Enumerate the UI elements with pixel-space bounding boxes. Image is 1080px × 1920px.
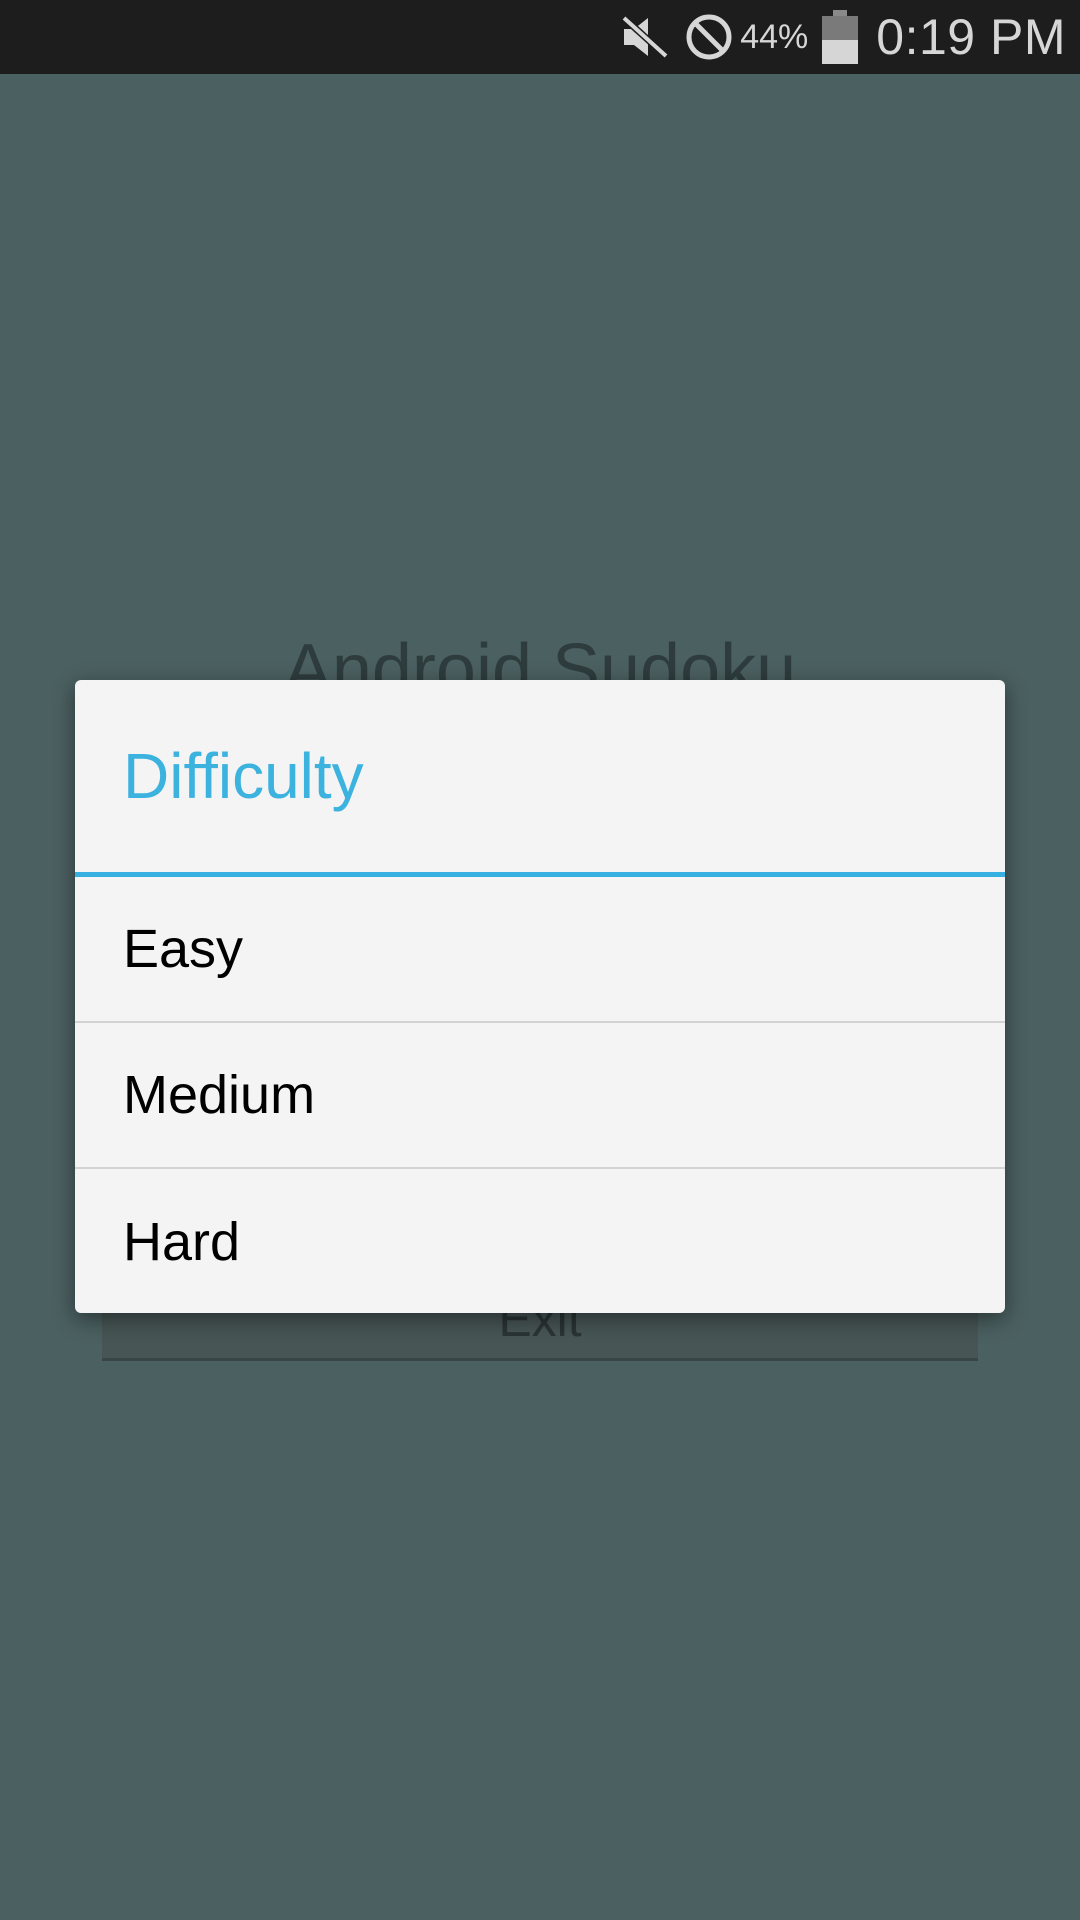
option-medium[interactable]: Medium: [75, 1023, 1005, 1169]
option-easy[interactable]: Easy: [75, 877, 1005, 1023]
battery-icon: [822, 10, 859, 64]
status-bar: 44% 0:19 PM: [0, 0, 1080, 74]
difficulty-dialog: Difficulty Easy Medium Hard: [75, 680, 1005, 1313]
option-hard[interactable]: Hard: [75, 1169, 1005, 1313]
blocked-icon: [684, 12, 734, 62]
dialog-title: Difficulty: [123, 740, 364, 812]
status-clock: 0:19 PM: [876, 9, 1066, 65]
battery-percent: 44%: [740, 17, 809, 56]
mute-icon: [620, 14, 670, 60]
